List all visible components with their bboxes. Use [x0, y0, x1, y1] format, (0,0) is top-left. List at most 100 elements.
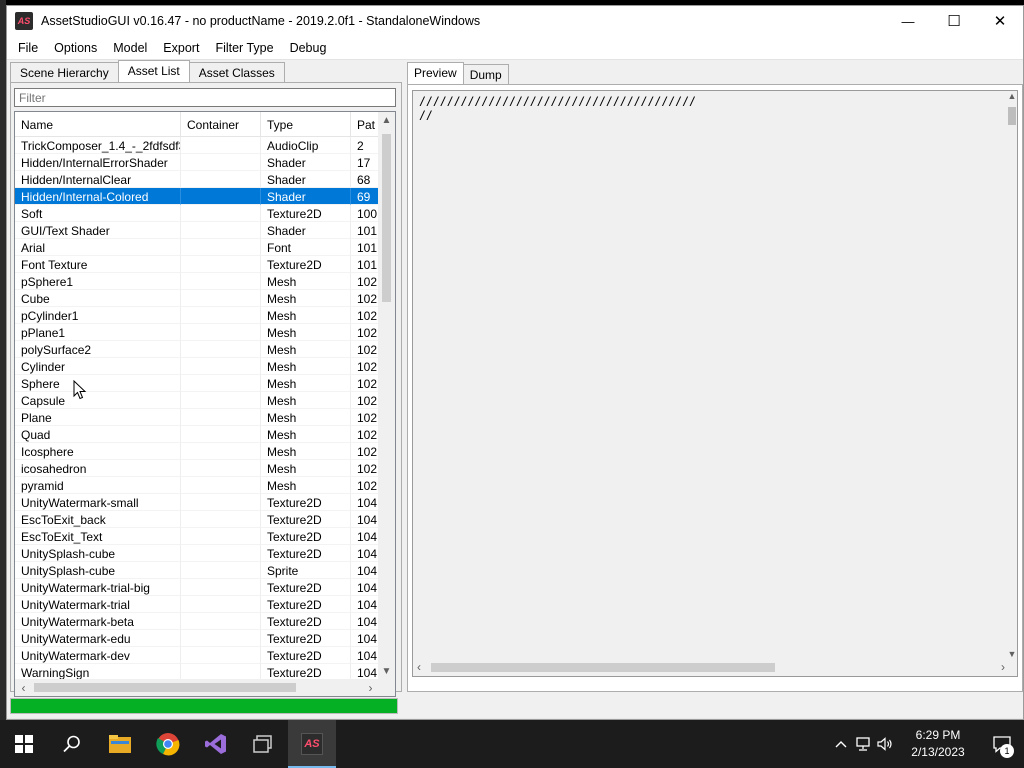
file-explorer-icon[interactable]: [96, 720, 144, 768]
cell-path: 102: [351, 409, 379, 426]
table-row[interactable]: pCylinder1 Mesh 102: [15, 307, 379, 324]
cell-type: Mesh: [261, 392, 351, 409]
table-row[interactable]: UnitySplash-cube Texture2D 104: [15, 545, 379, 562]
show-hidden-icons-icon[interactable]: [830, 720, 852, 768]
table-row[interactable]: GUI/Text Shader Shader 101: [15, 222, 379, 239]
tab-scene-hierarchy[interactable]: Scene Hierarchy: [10, 62, 119, 82]
minimize-button[interactable]: —: [885, 6, 931, 36]
taskbar-clock[interactable]: 6:29 PM 2/13/2023: [896, 720, 980, 768]
asset-list-horizontal-scrollbar[interactable]: ‹ ›: [15, 679, 379, 696]
cell-container: [181, 443, 261, 460]
search-icon[interactable]: [48, 720, 96, 768]
cell-path: 102: [351, 460, 379, 477]
table-row[interactable]: pyramid Mesh 102: [15, 477, 379, 494]
tab-asset-list[interactable]: Asset List: [117, 60, 190, 82]
preview-vertical-scrollbar[interactable]: ▲ ▼: [1007, 91, 1017, 661]
menu-debug[interactable]: Debug: [283, 38, 334, 58]
cell-type: Mesh: [261, 477, 351, 494]
table-row[interactable]: Quad Mesh 102: [15, 426, 379, 443]
start-icon[interactable]: [0, 720, 48, 768]
cell-container: [181, 409, 261, 426]
table-row[interactable]: pSphere1 Mesh 102: [15, 273, 379, 290]
tab-preview[interactable]: Preview: [407, 62, 464, 84]
vertical-scroll-thumb[interactable]: [382, 134, 391, 302]
cell-path: 101: [351, 222, 379, 239]
table-row[interactable]: Cylinder Mesh 102: [15, 358, 379, 375]
table-row[interactable]: Font Texture Texture2D 101: [15, 256, 379, 273]
table-row[interactable]: UnityWatermark-trial-big Texture2D 104: [15, 579, 379, 596]
menu-file[interactable]: File: [11, 38, 45, 58]
table-row[interactable]: polySurface2 Mesh 102: [15, 341, 379, 358]
filter-input[interactable]: [14, 88, 396, 107]
table-row[interactable]: icosahedron Mesh 102: [15, 460, 379, 477]
assetstudio-icon[interactable]: AS: [288, 720, 336, 768]
cell-path: 104: [351, 528, 379, 545]
cell-path: 102: [351, 290, 379, 307]
menu-filter-type[interactable]: Filter Type: [208, 38, 280, 58]
scroll-down-arrow-icon[interactable]: ▼: [378, 663, 395, 680]
table-row[interactable]: Capsule Mesh 102: [15, 392, 379, 409]
preview-horizontal-scroll-thumb[interactable]: [431, 663, 775, 672]
table-row[interactable]: Plane Mesh 102: [15, 409, 379, 426]
cell-path: 102: [351, 358, 379, 375]
column-header-type[interactable]: Type: [261, 112, 351, 137]
progress-fill: [11, 699, 397, 713]
asset-list-view[interactable]: Name Container Type Pat TrickComposer_1.…: [14, 111, 396, 697]
visual-studio-icon[interactable]: [192, 720, 240, 768]
preview-vertical-scroll-thumb[interactable]: [1008, 107, 1016, 125]
table-row[interactable]: UnityWatermark-trial Texture2D 104: [15, 596, 379, 613]
scroll-right-arrow-icon[interactable]: ›: [1001, 660, 1005, 674]
menu-options[interactable]: Options: [47, 38, 104, 58]
table-row[interactable]: EscToExit_Text Texture2D 104: [15, 528, 379, 545]
table-row[interactable]: EscToExit_back Texture2D 104: [15, 511, 379, 528]
scroll-left-arrow-icon[interactable]: ‹: [15, 679, 32, 696]
scroll-left-arrow-icon[interactable]: ‹: [417, 660, 421, 674]
table-row[interactable]: Hidden/InternalClear Shader 68: [15, 171, 379, 188]
task-view-icon[interactable]: [240, 720, 288, 768]
column-header-path[interactable]: Pat: [351, 112, 379, 137]
table-row[interactable]: UnitySplash-cube Sprite 104: [15, 562, 379, 579]
cell-type: Texture2D: [261, 613, 351, 630]
column-header-container[interactable]: Container: [181, 112, 261, 137]
cell-container: [181, 222, 261, 239]
table-row[interactable]: Soft Texture2D 100: [15, 205, 379, 222]
table-row[interactable]: pPlane1 Mesh 102: [15, 324, 379, 341]
horizontal-scroll-thumb[interactable]: [34, 683, 296, 692]
action-center-icon[interactable]: 1: [980, 720, 1024, 768]
table-row[interactable]: UnityWatermark-dev Texture2D 104: [15, 647, 379, 664]
table-row[interactable]: Hidden/Internal-Colored Shader 69: [15, 188, 379, 205]
table-row[interactable]: Sphere Mesh 102: [15, 375, 379, 392]
cell-name: Plane: [15, 409, 181, 426]
menu-model[interactable]: Model: [106, 38, 154, 58]
network-icon[interactable]: [852, 720, 874, 768]
table-row[interactable]: UnityWatermark-edu Texture2D 104: [15, 630, 379, 647]
volume-icon[interactable]: [874, 720, 896, 768]
scroll-right-arrow-icon[interactable]: ›: [362, 679, 379, 696]
scroll-up-arrow-icon[interactable]: ▲: [378, 112, 395, 129]
maximize-button[interactable]: ☐: [931, 6, 977, 36]
table-row[interactable]: Hidden/InternalErrorShader Shader 17: [15, 154, 379, 171]
asset-list-rows: TrickComposer_1.4_-_2fdfsdf3g... AudioCli…: [15, 137, 379, 681]
title-bar[interactable]: AS AssetStudioGUI v0.16.47 - no productN…: [7, 6, 1023, 36]
table-row[interactable]: Icosphere Mesh 102: [15, 443, 379, 460]
preview-horizontal-scrollbar[interactable]: ‹ ›: [413, 659, 1009, 676]
menu-export[interactable]: Export: [156, 38, 206, 58]
table-row[interactable]: UnityWatermark-small Texture2D 104: [15, 494, 379, 511]
dump-text-area[interactable]: ////////////////////////////////////////…: [412, 90, 1018, 677]
table-row[interactable]: Arial Font 101: [15, 239, 379, 256]
cell-path: 102: [351, 426, 379, 443]
tab-dump[interactable]: Dump: [462, 64, 509, 84]
table-row[interactable]: TrickComposer_1.4_-_2fdfsdf3g... AudioCli…: [15, 137, 379, 154]
table-row[interactable]: UnityWatermark-beta Texture2D 104: [15, 613, 379, 630]
cell-path: 101: [351, 256, 379, 273]
close-button[interactable]: ✕: [977, 6, 1023, 36]
cell-container: [181, 358, 261, 375]
table-row[interactable]: Cube Mesh 102: [15, 290, 379, 307]
column-header-name[interactable]: Name: [15, 112, 181, 137]
cell-name: UnityWatermark-beta: [15, 613, 181, 630]
chrome-icon[interactable]: [144, 720, 192, 768]
asset-list-vertical-scrollbar[interactable]: ▲ ▼: [378, 112, 395, 680]
scroll-up-arrow-icon[interactable]: ▲: [1007, 91, 1017, 103]
cell-type: Texture2D: [261, 205, 351, 222]
tab-asset-classes[interactable]: Asset Classes: [188, 62, 285, 82]
